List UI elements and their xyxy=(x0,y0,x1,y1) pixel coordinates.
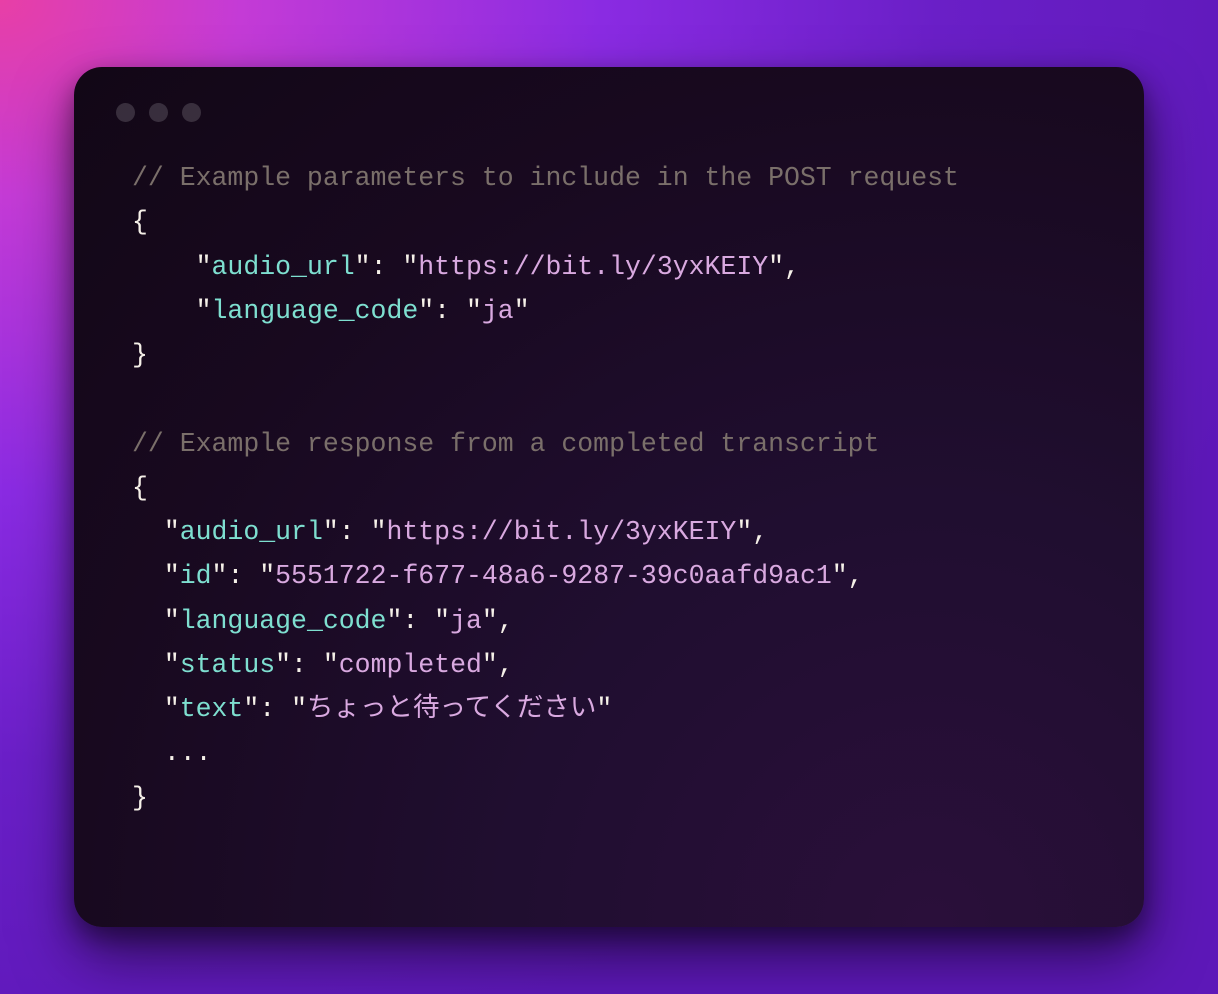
comment-response: // Example response from a completed tra… xyxy=(132,429,879,459)
resp-key-status: status xyxy=(180,650,275,680)
window-dot-2 xyxy=(149,103,168,122)
brace-open-2: { xyxy=(132,473,148,503)
resp-value-text: ちょっと待ってください xyxy=(307,694,596,724)
resp-value-id: 5551722-f677-48a6-9287-39c0aafd9ac1 xyxy=(275,561,832,591)
value-audio-url: https://bit.ly/3yxKEIY xyxy=(418,252,768,282)
value-language-code: ja xyxy=(482,296,514,326)
key-language-code: language_code xyxy=(212,296,419,326)
resp-key-id: id xyxy=(180,561,212,591)
resp-key-language-code: language_code xyxy=(180,606,387,636)
brace-close: } xyxy=(132,340,148,370)
resp-value-audio-url: https://bit.ly/3yxKEIY xyxy=(386,517,736,547)
code-card: // Example parameters to include in the … xyxy=(74,67,1144,927)
code-block: // Example parameters to include in the … xyxy=(114,156,1104,820)
window-controls xyxy=(116,103,1104,122)
resp-value-language-code: ja xyxy=(450,606,482,636)
brace-close-2: } xyxy=(132,783,148,813)
resp-key-text: text xyxy=(180,694,244,724)
window-dot-3 xyxy=(182,103,201,122)
key-audio-url: audio_url xyxy=(212,252,355,282)
window-dot-1 xyxy=(116,103,135,122)
ellipsis: ... xyxy=(164,738,212,768)
comment-request: // Example parameters to include in the … xyxy=(132,163,959,193)
resp-key-audio-url: audio_url xyxy=(180,517,323,547)
resp-value-status: completed xyxy=(339,650,482,680)
brace-open: { xyxy=(132,207,148,237)
